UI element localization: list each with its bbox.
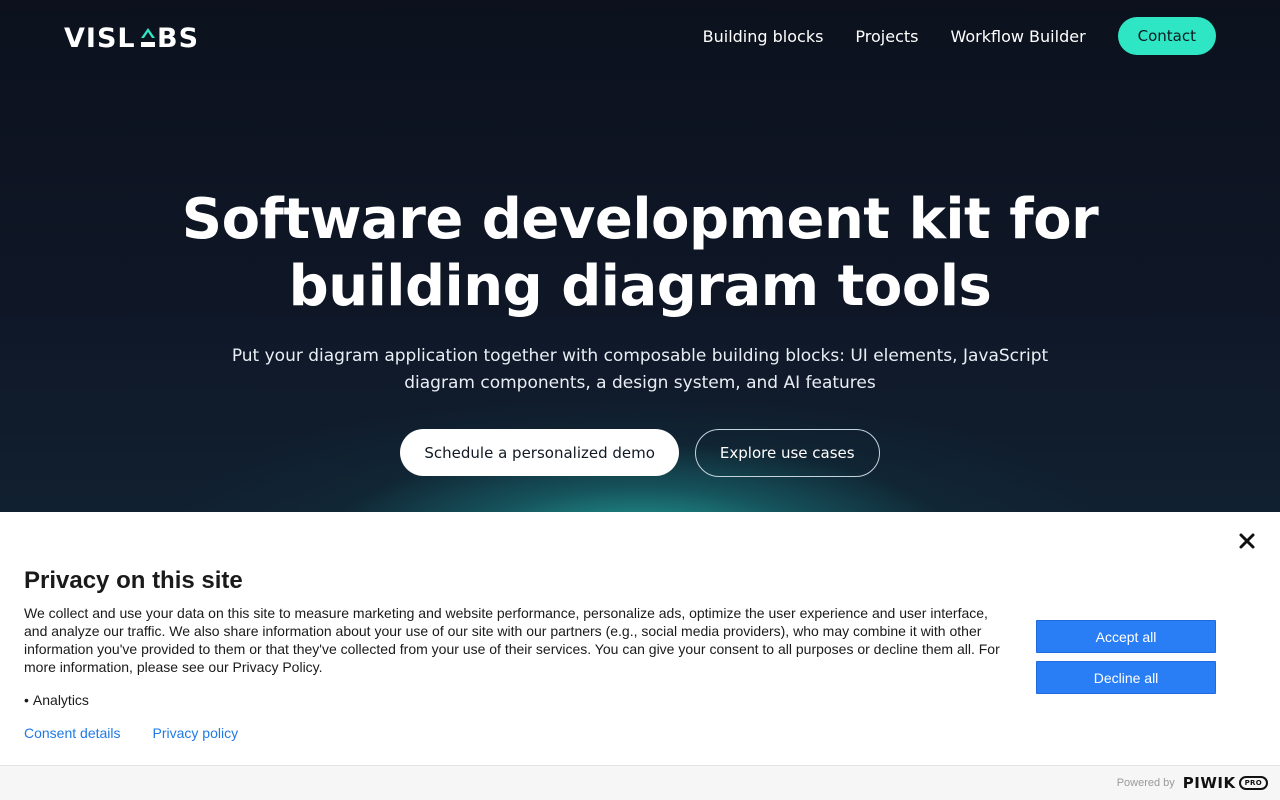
decline-all-button[interactable]: Decline all [1036,661,1216,694]
consent-links: Consent details Privacy policy [24,725,270,741]
hero-subtitle: Put your diagram application together wi… [220,343,1060,397]
hero-section: VISL BS. Building blocks Projects Workfl… [0,0,1280,512]
powered-by-label: Powered by [1116,777,1175,789]
privacy-consent-banner: Privacy on this site We collect and use … [0,512,1280,800]
hero-subtitle-line-2: diagram components, a design system, and… [404,373,876,393]
nav-link-building-blocks[interactable]: Building blocks [703,27,824,46]
svg-text:BS.: BS. [157,23,196,50]
explore-use-cases-button[interactable]: Explore use cases [694,429,880,477]
schedule-demo-button[interactable]: Schedule a personalized demo [400,429,679,476]
consent-details-link[interactable]: Consent details [24,725,121,741]
accept-all-button[interactable]: Accept all [1036,620,1216,653]
bullet-icon: • [24,692,29,708]
hero-subtitle-line-1: Put your diagram application together wi… [231,346,1049,366]
piwik-pro-badge: PRO [1238,776,1268,790]
consent-body: We collect and use your data on this sit… [24,605,1000,675]
nav-link-workflow-builder[interactable]: Workflow Builder [951,27,1086,46]
main-nav: Building blocks Projects Workflow Builde… [703,17,1216,55]
consent-purpose-label: Analytics [32,692,89,708]
svg-text:VISL: VISL [64,23,136,50]
privacy-policy-link[interactable]: Privacy policy [153,725,239,741]
piwik-brand-text: PIWIK [1182,774,1236,792]
close-icon[interactable] [1238,532,1256,550]
nav-link-projects[interactable]: Projects [855,27,918,46]
hero-title: Software development kit for building di… [140,186,1140,320]
contact-button[interactable]: Contact [1117,17,1216,55]
hero-title-line-2: building diagram tools [288,254,992,319]
vislabs-logo-icon: VISL BS. [64,23,196,50]
hero-cta-row: Schedule a personalized demo Explore use… [0,429,1280,477]
consent-footer: Powered by PIWIK PRO [0,765,1280,800]
consent-purpose-item: • Analytics [24,692,89,708]
consent-title: Privacy on this site [24,567,243,594]
piwik-pro-logo[interactable]: PIWIK PRO [1183,774,1268,792]
hero-title-line-1: Software development kit for [181,187,1099,252]
logo[interactable]: VISL BS. [64,22,196,50]
